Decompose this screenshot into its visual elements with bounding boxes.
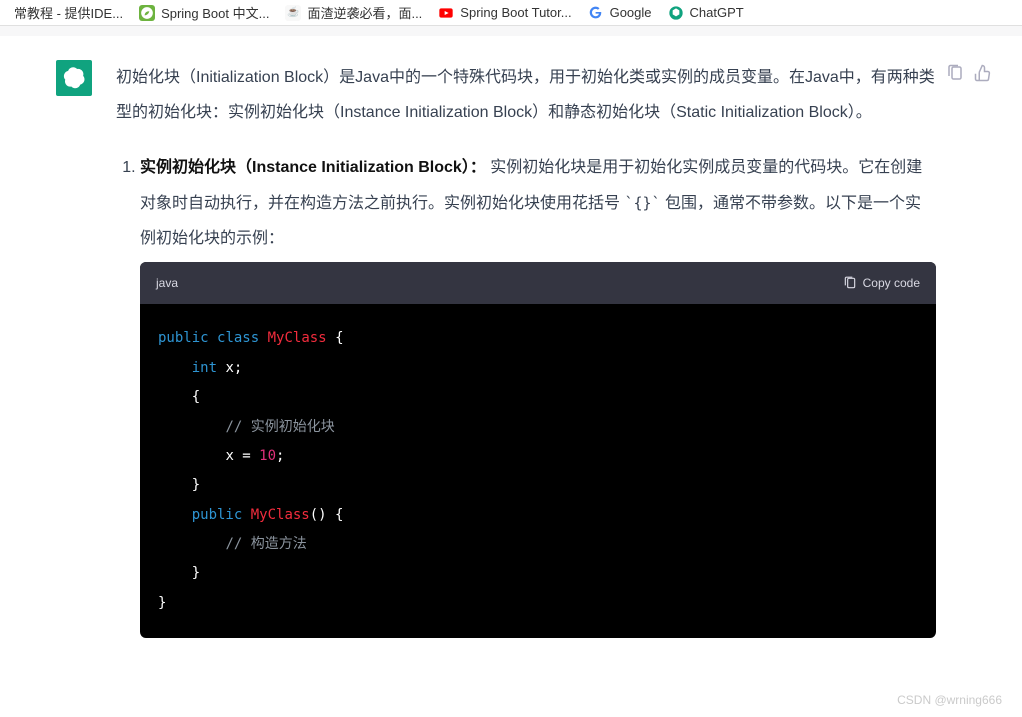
message-actions: [946, 64, 992, 82]
bookmark-item[interactable]: Spring Boot 中文...: [133, 1, 275, 24]
copy-code-label: Copy code: [863, 270, 920, 296]
content-divider: [0, 26, 1022, 36]
bookmark-item[interactable]: Spring Boot Tutor...: [432, 3, 577, 23]
assistant-avatar: [56, 60, 92, 96]
cutoff-text: 在上面的例子中，实例初始化块用于初始化实例变量 `x`: [0, 646, 1022, 666]
code-content[interactable]: public class MyClass { int x; { // 实例初始化…: [140, 304, 936, 638]
intro-paragraph: 初始化块（Initialization Block）是Java中的一个特殊代码块…: [116, 60, 936, 130]
clipboard-icon: [843, 276, 857, 290]
bookmark-label: ChatGPT: [690, 5, 744, 20]
google-icon: [588, 5, 604, 21]
code-block: java Copy code public class MyClass { in…: [140, 262, 936, 638]
code-language-label: java: [156, 270, 178, 296]
list-item-title: 实例初始化块（Instance Initialization Block）：: [140, 159, 486, 176]
code-header: java Copy code: [140, 262, 936, 304]
bookmark-item[interactable]: Google: [582, 3, 658, 23]
spring-icon: [139, 5, 155, 21]
java-icon: ☕: [285, 5, 301, 21]
youtube-icon: [438, 5, 454, 21]
message-content: 初始化块（Initialization Block）是Java中的一个特殊代码块…: [116, 60, 936, 646]
bookmark-label: Spring Boot 中文...: [161, 3, 269, 22]
bookmark-item[interactable]: ☕ 面渣逆袭必看，面...: [279, 1, 428, 24]
bookmark-label: Spring Boot Tutor...: [460, 5, 571, 20]
bookmark-label: Google: [610, 5, 652, 20]
thumbs-up-icon[interactable]: [974, 64, 992, 82]
bookmark-label: 面渣逆袭必看，面...: [307, 3, 422, 22]
bookmark-label: 常教程 - 提供IDE...: [14, 3, 123, 22]
openai-icon: [668, 5, 684, 21]
list-item: 实例初始化块（Instance Initialization Block）： 实…: [140, 150, 936, 638]
copy-icon[interactable]: [946, 64, 964, 82]
copy-code-button[interactable]: Copy code: [843, 270, 920, 296]
bookmarks-bar: 常教程 - 提供IDE... Spring Boot 中文... ☕ 面渣逆袭必…: [0, 0, 1022, 26]
watermark: CSDN @wrning666: [897, 693, 1002, 707]
assistant-message: 初始化块（Initialization Block）是Java中的一个特殊代码块…: [0, 36, 1022, 646]
numbered-list: 实例初始化块（Instance Initialization Block）： 实…: [116, 150, 936, 638]
bookmark-item[interactable]: 常教程 - 提供IDE...: [8, 1, 129, 24]
inline-code: `{}`: [624, 194, 660, 212]
bookmark-item[interactable]: ChatGPT: [662, 3, 750, 23]
